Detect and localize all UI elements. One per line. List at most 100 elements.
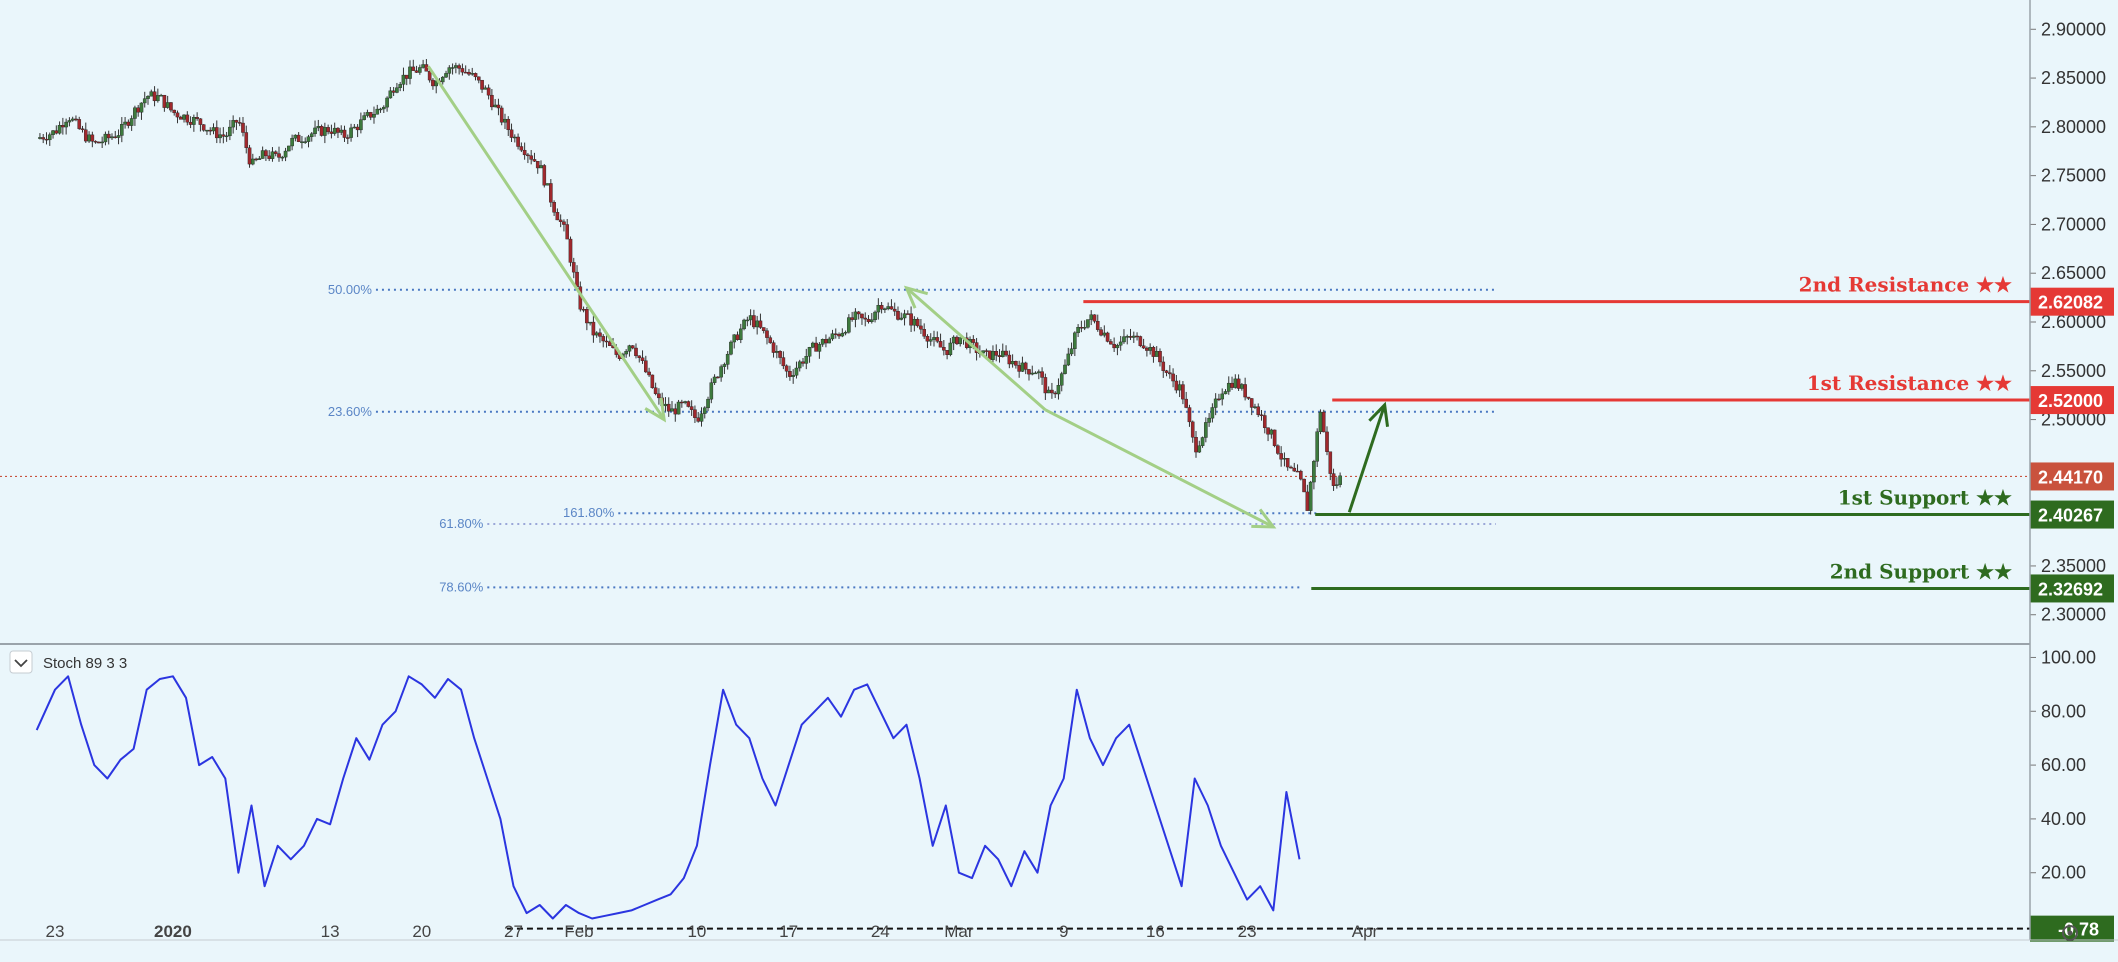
candle-body <box>454 65 458 68</box>
candle-body <box>388 90 393 99</box>
candle-body <box>928 339 933 342</box>
candle-body <box>788 371 792 377</box>
candle-body <box>768 337 773 343</box>
candle-body <box>1282 458 1287 460</box>
candle-body <box>919 325 923 330</box>
candle-body <box>889 306 894 310</box>
candle-body <box>1030 372 1035 375</box>
candle-body <box>706 398 710 409</box>
time-tick-label: 13 <box>321 922 340 941</box>
candle-body <box>146 95 150 99</box>
candle-body <box>1305 491 1310 511</box>
candle-body <box>241 122 245 133</box>
candle-body <box>860 313 864 319</box>
candle-body <box>837 334 841 337</box>
candle-body <box>221 134 226 137</box>
candle-body <box>264 150 268 157</box>
candle-body <box>555 212 560 221</box>
resistance-label: 2nd Resistance ★★ <box>1799 273 2012 297</box>
candle-body <box>90 134 95 142</box>
candle-body <box>850 317 854 320</box>
candle-body <box>830 333 835 340</box>
candle-body <box>1233 378 1238 388</box>
candle-body <box>224 135 229 138</box>
candle-body <box>1259 414 1264 416</box>
candle-body <box>1321 411 1326 433</box>
candle-body <box>712 376 717 383</box>
candle-body <box>765 330 769 338</box>
candle-body <box>205 129 209 132</box>
candle-body <box>352 126 357 129</box>
candle-body <box>735 334 740 340</box>
candle-body <box>709 382 714 400</box>
candle-body <box>902 313 907 319</box>
candle-body <box>1240 384 1244 389</box>
candle-body <box>129 118 134 126</box>
candle-body <box>1194 437 1198 453</box>
time-tick-label: 23 <box>46 922 65 941</box>
candle-body <box>270 151 275 159</box>
candle-body <box>1063 364 1067 374</box>
candle-body <box>1164 370 1169 373</box>
candle-body <box>991 351 995 360</box>
candle-body <box>1331 473 1336 486</box>
candle-body <box>840 332 845 337</box>
candle-body <box>1069 348 1074 355</box>
candle-body <box>1210 407 1215 419</box>
candle-body <box>499 107 504 123</box>
candle-body <box>228 126 232 137</box>
candle-body <box>1249 398 1254 408</box>
candle-body <box>293 134 298 139</box>
candle-body <box>1027 369 1031 375</box>
candle-body <box>869 319 874 323</box>
candle-body <box>1040 371 1044 378</box>
resistance-label: 1st Resistance ★★ <box>1807 371 2012 395</box>
candle-body <box>450 67 455 69</box>
candle-body <box>336 127 340 133</box>
candle-body <box>267 155 271 159</box>
collapse-button[interactable] <box>9 650 33 674</box>
candle-body <box>670 408 674 412</box>
candle-body <box>165 102 170 108</box>
candle-body <box>1037 371 1041 374</box>
candle-body <box>460 68 465 73</box>
chart-background <box>0 0 2118 962</box>
candle-body <box>355 126 360 131</box>
candle-body <box>588 321 592 324</box>
support-label: 1st Support ★★ <box>1838 486 2012 510</box>
price-tick-label: 2.75000 <box>2041 166 2106 186</box>
candle-body <box>87 134 91 142</box>
time-tick-label: 17 <box>779 922 798 941</box>
candle-body <box>847 317 851 333</box>
candle-body <box>1335 484 1339 486</box>
candle-body <box>1086 319 1090 328</box>
candle-body <box>404 74 409 79</box>
candle-body <box>467 71 471 75</box>
candle-body <box>899 317 904 320</box>
candle-body <box>752 315 756 328</box>
candle-body <box>51 130 55 135</box>
candle-body <box>54 130 59 134</box>
candle-body <box>38 137 42 139</box>
candle-body <box>283 150 288 158</box>
candle-body <box>794 367 799 376</box>
candle-body <box>758 320 763 328</box>
fib-label: 78.60% <box>439 579 484 594</box>
candle-body <box>398 84 402 88</box>
candle-body <box>421 64 425 68</box>
candle-body <box>418 67 422 73</box>
candle-body <box>345 137 350 139</box>
candle-body <box>61 125 65 128</box>
price-tick-label: 2.55000 <box>2041 361 2106 381</box>
time-tick-label: 23 <box>1238 922 1257 941</box>
candle-body <box>1059 373 1064 386</box>
resistance-price-tag: 2.62082 <box>2030 287 2114 316</box>
candle-body <box>699 413 704 422</box>
candle-body <box>1154 351 1159 357</box>
candle-body <box>1066 353 1071 366</box>
candle-body <box>696 417 701 422</box>
candle-body <box>535 161 540 169</box>
candle-body <box>797 361 802 369</box>
candle-body <box>486 87 491 96</box>
candle-body <box>480 79 484 90</box>
